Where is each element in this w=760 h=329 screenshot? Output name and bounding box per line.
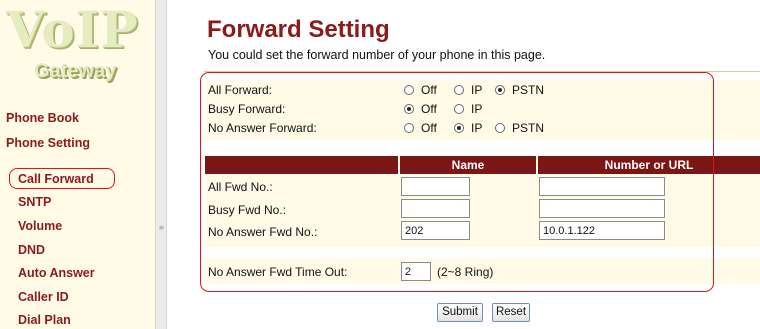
no-answer-forward-off-label: Off: [421, 121, 437, 135]
busy-forward-ip-label: IP: [471, 102, 483, 116]
busy-forward-off-radio[interactable]: [404, 104, 414, 114]
sidebar-item-phone-setting[interactable]: Phone Setting: [6, 136, 90, 150]
logo-subtitle: Gateway: [34, 60, 117, 82]
no-answer-fwd-number-input[interactable]: [539, 221, 665, 240]
all-forward-off-radio[interactable]: [404, 85, 414, 95]
sidebar: VoIP Gateway Phone Book Phone Setting Ca…: [0, 0, 155, 329]
busy-fwd-number-input[interactable]: [539, 199, 665, 218]
table-row-label: No Answer Fwd No.:: [208, 225, 318, 239]
sidebar-item-caller-id[interactable]: Caller ID: [18, 290, 69, 304]
busy-forward-ip-radio[interactable]: [454, 104, 464, 114]
sidebar-item-volume[interactable]: Volume: [18, 219, 62, 233]
timeout-input[interactable]: [401, 262, 431, 281]
column-header-number: Number or URL: [604, 158, 694, 172]
all-fwd-number-input[interactable]: [539, 177, 665, 196]
all-forward-off-label: Off: [421, 83, 437, 97]
table-row-label: Busy Fwd No.:: [208, 203, 287, 217]
no-answer-forward-pstn-radio[interactable]: [495, 123, 505, 133]
sidebar-item-sntp[interactable]: SNTP: [18, 195, 51, 209]
timeout-hint: (2~8 Ring): [437, 265, 494, 279]
busy-fwd-name-input[interactable]: [401, 199, 470, 218]
page-title: Forward Setting: [207, 16, 390, 43]
all-forward-pstn-radio[interactable]: [495, 85, 505, 95]
all-forward-ip-radio[interactable]: [454, 85, 464, 95]
sidebar-item-auto-answer[interactable]: Auto Answer: [18, 266, 95, 280]
busy-forward-label: Busy Forward:: [208, 102, 286, 116]
busy-forward-off-label: Off: [421, 102, 437, 116]
table-header: Name Number or URL: [205, 156, 760, 174]
divider: [204, 71, 760, 72]
all-forward-pstn-label: PSTN: [512, 83, 545, 97]
table-row-label: All Fwd No.:: [208, 180, 273, 194]
column-header-name: Name: [451, 158, 485, 172]
no-answer-forward-label: No Answer Forward:: [208, 121, 317, 135]
no-answer-forward-ip-label: IP: [471, 121, 483, 135]
no-answer-fwd-name-input[interactable]: [401, 221, 470, 240]
no-answer-forward-pstn-label: PSTN: [512, 121, 545, 135]
no-answer-forward-off-radio[interactable]: [404, 123, 414, 133]
logo-title: VoIP: [6, 0, 139, 59]
sidebar-item-call-forward[interactable]: Call Forward: [18, 172, 94, 186]
sidebar-item-phone-book[interactable]: Phone Book: [6, 111, 79, 125]
frame-splitter[interactable]: ≡: [155, 0, 167, 329]
timeout-label: No Answer Fwd Time Out:: [208, 265, 348, 279]
no-answer-forward-ip-radio[interactable]: [454, 123, 464, 133]
page-description: You could set the forward number of your…: [208, 48, 546, 62]
all-forward-label: All Forward:: [208, 83, 273, 97]
grip-icon: ≡: [159, 223, 164, 232]
submit-button[interactable]: Submit: [437, 303, 483, 322]
logo: VoIP Gateway: [0, 0, 155, 98]
sidebar-item-dnd[interactable]: DND: [18, 243, 45, 257]
all-fwd-name-input[interactable]: [401, 177, 470, 196]
all-forward-ip-label: IP: [471, 83, 483, 97]
sidebar-item-dial-plan[interactable]: Dial Plan: [18, 313, 71, 327]
reset-button[interactable]: Reset: [492, 303, 530, 322]
